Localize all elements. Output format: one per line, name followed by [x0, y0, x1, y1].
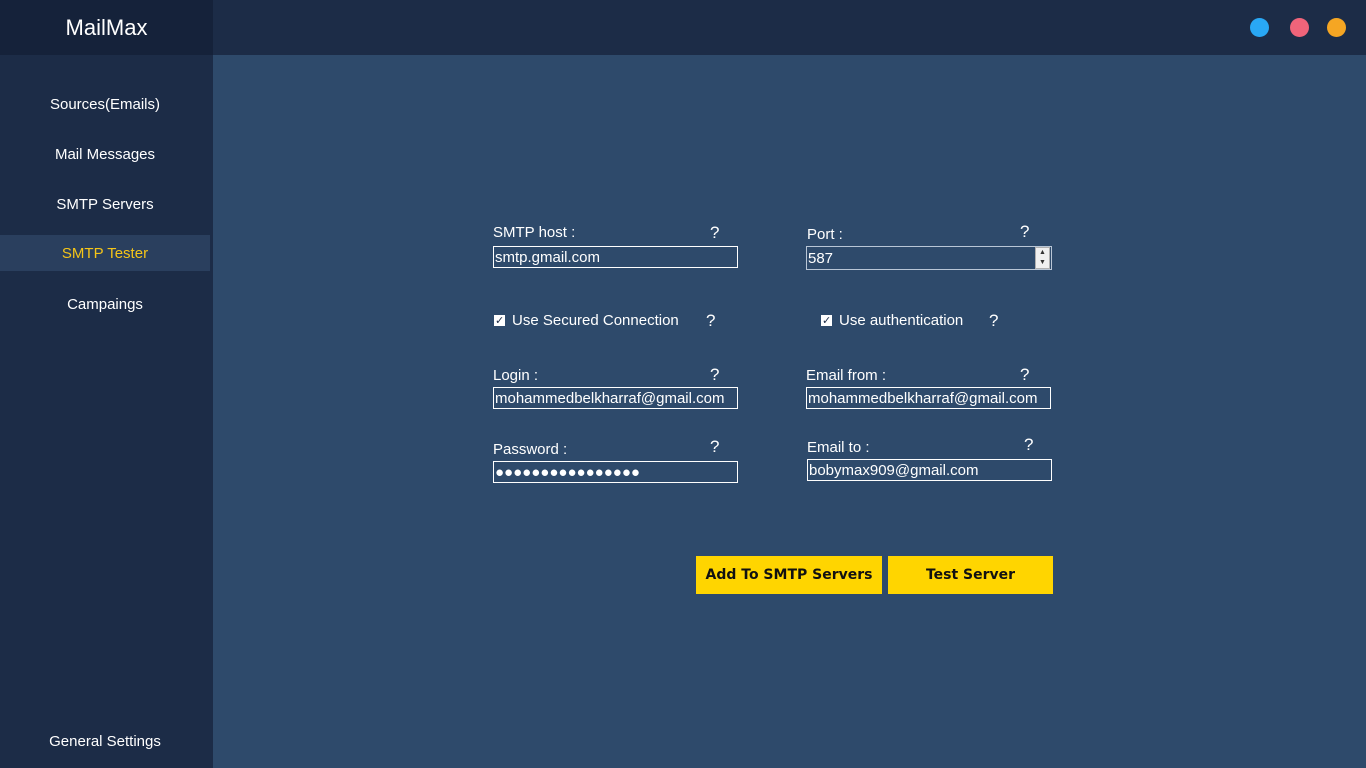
- top-bar: [213, 0, 1366, 55]
- smtp-host-help-icon[interactable]: ?: [710, 223, 719, 243]
- email-from-input[interactable]: [806, 387, 1051, 409]
- smtp-host-label: SMTP host :: [493, 224, 576, 241]
- password-label: Password :: [493, 441, 568, 458]
- login-help-icon[interactable]: ?: [710, 365, 719, 385]
- sidebar-item-smtp-tester[interactable]: SMTP Tester: [0, 235, 210, 271]
- email-to-label: Email to :: [807, 439, 870, 456]
- sidebar-item-smtp-servers[interactable]: SMTP Servers: [0, 186, 210, 222]
- add-to-smtp-servers-button[interactable]: Add To SMTP Servers: [696, 556, 882, 594]
- email-from-help-icon[interactable]: ?: [1020, 365, 1029, 385]
- email-to-input[interactable]: [807, 459, 1052, 481]
- login-label: Login :: [493, 367, 539, 384]
- secured-connection-checkbox[interactable]: ✓: [494, 315, 505, 327]
- port-help-icon[interactable]: ?: [1020, 222, 1029, 242]
- password-input[interactable]: [493, 461, 738, 483]
- app-title: MailMax: [0, 0, 213, 55]
- secured-connection-label: Use Secured Connection: [512, 312, 679, 329]
- sidebar-item-campaigns[interactable]: Campaings: [0, 286, 210, 322]
- test-server-button[interactable]: Test Server: [888, 556, 1053, 594]
- email-to-help-icon[interactable]: ?: [1024, 435, 1033, 455]
- password-help-icon[interactable]: ?: [710, 437, 719, 457]
- port-input[interactable]: [806, 246, 1052, 270]
- use-authentication-label: Use authentication: [839, 312, 964, 329]
- email-from-label: Email from :: [806, 367, 887, 384]
- secured-connection-help-icon[interactable]: ?: [706, 311, 715, 331]
- spin-up-icon[interactable]: ▲: [1036, 248, 1049, 258]
- sidebar-item-general-settings[interactable]: General Settings: [0, 723, 210, 759]
- close-dot-icon[interactable]: [1290, 18, 1309, 37]
- spin-down-icon[interactable]: ▼: [1036, 258, 1049, 268]
- use-authentication-checkbox[interactable]: ✓: [821, 315, 832, 327]
- sidebar-item-sources[interactable]: Sources(Emails): [0, 86, 210, 122]
- smtp-host-input[interactable]: [493, 246, 738, 268]
- port-label: Port :: [807, 226, 843, 243]
- minimize-dot-icon[interactable]: [1250, 18, 1269, 37]
- sidebar-item-mail-messages[interactable]: Mail Messages: [0, 136, 210, 172]
- sidebar: MailMax Sources(Emails) Mail Messages SM…: [0, 0, 213, 768]
- login-input[interactable]: [493, 387, 738, 409]
- maximize-dot-icon[interactable]: [1327, 18, 1346, 37]
- port-spinner[interactable]: ▲ ▼: [1035, 247, 1050, 269]
- use-authentication-help-icon[interactable]: ?: [989, 311, 998, 331]
